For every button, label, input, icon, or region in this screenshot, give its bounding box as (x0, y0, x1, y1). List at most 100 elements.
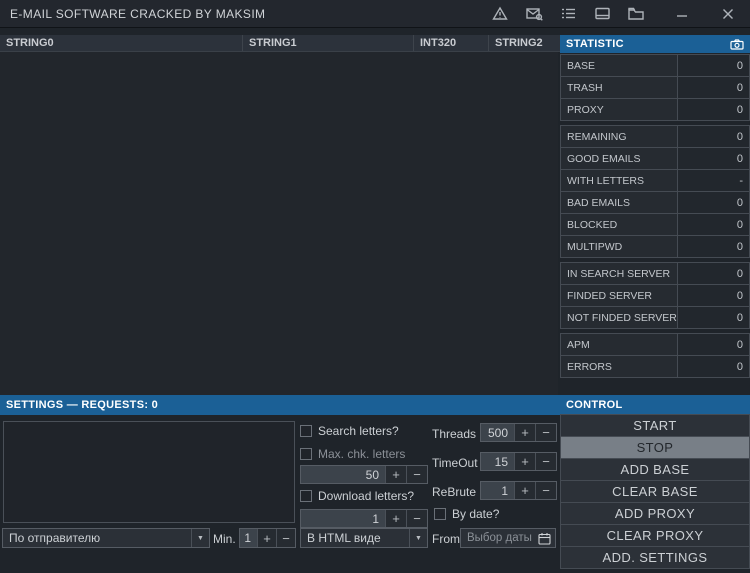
minimize-icon[interactable] (670, 3, 694, 25)
camera-icon[interactable] (730, 39, 744, 50)
stat-row-apm: APM0 (560, 333, 750, 356)
settings-body: Search letters? Max. chk. letters 50 + −… (0, 415, 560, 573)
stat-row-not-finded-server: NOT FINDED SERVER0 (560, 306, 750, 329)
minus-icon[interactable]: − (535, 482, 556, 499)
mail-search-icon[interactable] (522, 3, 546, 25)
settings-header-label: SETTINGS — REQUESTS: 0 (6, 399, 158, 411)
results-table-body (0, 52, 558, 395)
rebrute-stepper: 1 + − (480, 481, 557, 500)
max-chk-letters-stepper: 50 + − (300, 465, 428, 484)
column-header-string1[interactable]: STRING1 (243, 35, 414, 51)
minus-icon[interactable]: − (406, 510, 427, 527)
chevron-down-icon: ▼ (191, 529, 209, 547)
stat-row-good-emails: GOOD EMAILS0 (560, 147, 750, 170)
checkbox-box (300, 448, 312, 460)
max-chk-letters-label: Max. chk. letters (318, 447, 405, 461)
column-header-string0[interactable]: STRING0 (0, 35, 243, 51)
close-icon[interactable] (716, 3, 740, 25)
plus-icon[interactable]: + (514, 424, 535, 441)
rebrute-value[interactable]: 1 (481, 482, 514, 499)
control-header-label: CONTROL (566, 399, 622, 411)
titlebar: E-MAIL SOFTWARE CRACKED BY MAKSIM (0, 0, 750, 28)
threads-label: Threads (432, 427, 476, 441)
by-date-checkbox[interactable]: By date? (434, 507, 499, 521)
add-base-button[interactable]: ADD BASE (560, 458, 750, 481)
add-proxy-button[interactable]: ADD PROXY (560, 502, 750, 525)
checkbox-box (300, 490, 312, 502)
download-letters-value[interactable]: 1 (301, 510, 385, 527)
stop-button[interactable]: STOP (560, 436, 750, 459)
window-tray-icon[interactable] (590, 3, 614, 25)
checkbox-box (434, 508, 446, 520)
folder-icon[interactable] (624, 3, 648, 25)
stat-row-trash: TRASH0 (560, 76, 750, 99)
rebrute-label: ReBrute (432, 485, 476, 499)
download-letters-stepper: 1 + − (300, 509, 428, 528)
stat-row-bad-emails: BAD EMAILS0 (560, 191, 750, 214)
plus-icon[interactable]: + (514, 453, 535, 470)
statistic-header: STATISTIC (560, 35, 750, 53)
min-stepper: 1 + − (239, 528, 296, 548)
stat-row-with-letters: WITH LETTERS- (560, 169, 750, 192)
html-view-select[interactable]: В HTML виде ▼ (300, 528, 428, 548)
stat-row-base: BASE0 (560, 54, 750, 77)
list-icon[interactable] (556, 3, 580, 25)
statistic-header-label: STATISTIC (566, 38, 624, 50)
start-button[interactable]: START (560, 414, 750, 437)
min-label: Min. (213, 532, 236, 546)
plus-icon[interactable]: + (257, 529, 276, 547)
results-table-header: STRING0 STRING1 INT320 STRING2 (0, 35, 560, 52)
sender-select[interactable]: По отправителю ▼ (2, 528, 210, 548)
minus-icon[interactable]: − (276, 529, 295, 547)
from-date-placeholder: Выбор даты (467, 532, 538, 544)
min-value[interactable]: 1 (240, 529, 257, 547)
plus-icon[interactable]: + (385, 466, 406, 483)
sender-select-value: По отправителю (3, 529, 191, 547)
stat-row-finded-server: FINDED SERVER0 (560, 284, 750, 307)
minus-icon[interactable]: − (406, 466, 427, 483)
minus-icon[interactable]: − (535, 453, 556, 470)
chevron-down-icon: ▼ (409, 529, 427, 547)
control-header: CONTROL (560, 395, 750, 415)
threads-stepper: 500 + − (480, 423, 557, 442)
column-header-string2[interactable]: STRING2 (489, 35, 560, 51)
checkbox-box (300, 425, 312, 437)
from-label: From (432, 532, 460, 546)
search-letters-label: Search letters? (318, 424, 399, 438)
settings-section: SETTINGS — REQUESTS: 0 Search letters? M… (0, 395, 560, 573)
stat-row-proxy: PROXY0 (560, 98, 750, 121)
stat-row-in-search-server: IN SEARCH SERVER0 (560, 262, 750, 285)
threads-value[interactable]: 500 (481, 424, 514, 441)
clear-proxy-button[interactable]: CLEAR PROXY (560, 524, 750, 547)
from-date-picker[interactable]: Выбор даты (460, 528, 556, 548)
max-chk-letters-checkbox[interactable]: Max. chk. letters (300, 447, 405, 461)
stat-row-errors: ERRORS0 (560, 355, 750, 378)
stat-row-remaining: REMAINING0 (560, 125, 750, 148)
html-view-select-value: В HTML виде (301, 529, 409, 547)
statistic-rows: BASE0 TRASH0 PROXY0 REMAINING0 GOOD EMAI… (560, 54, 750, 378)
settings-header: SETTINGS — REQUESTS: 0 (0, 395, 560, 415)
statistic-panel: STATISTIC BASE0 TRASH0 PROXY0 REMAINING0… (560, 35, 750, 378)
control-panel: CONTROL START STOP ADD BASE CLEAR BASE A… (560, 395, 750, 573)
by-date-label: By date? (452, 507, 499, 521)
letters-list-box[interactable] (3, 421, 295, 523)
max-chk-letters-value[interactable]: 50 (301, 466, 385, 483)
plus-icon[interactable]: + (514, 482, 535, 499)
window-title: E-MAIL SOFTWARE CRACKED BY MAKSIM (10, 7, 265, 21)
minus-icon[interactable]: − (535, 424, 556, 441)
add-settings-button[interactable]: ADD. SETTINGS (560, 546, 750, 569)
app-window: E-MAIL SOFTWARE CRACKED BY MAKSIM (0, 0, 750, 573)
download-letters-checkbox[interactable]: Download letters? (300, 489, 414, 503)
timeout-label: TimeOut (432, 456, 478, 470)
clear-base-button[interactable]: CLEAR BASE (560, 480, 750, 503)
plus-icon[interactable]: + (385, 510, 406, 527)
calendar-icon (538, 532, 551, 545)
column-header-int320[interactable]: INT320 (414, 35, 489, 51)
download-letters-label: Download letters? (318, 489, 414, 503)
timeout-value[interactable]: 15 (481, 453, 514, 470)
search-letters-checkbox[interactable]: Search letters? (300, 424, 399, 438)
titlebar-icons (478, 3, 740, 25)
stat-row-blocked: BLOCKED0 (560, 213, 750, 236)
warning-icon[interactable] (488, 3, 512, 25)
stat-row-multipwd: MULTIPWD0 (560, 235, 750, 258)
